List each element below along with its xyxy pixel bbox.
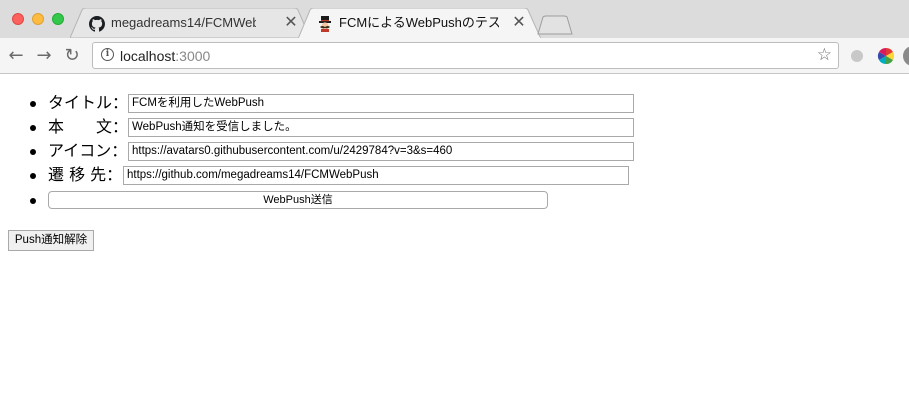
info-icon[interactable]: i bbox=[101, 48, 114, 61]
address-bar[interactable]: i localhost:3000 ☆ bbox=[92, 42, 839, 69]
tab-fcm-test[interactable]: FCMによるWebPushのテスト ✕ bbox=[298, 8, 543, 39]
url-label: 遷 移 先： bbox=[48, 165, 123, 184]
body-label: 本 文： bbox=[48, 117, 129, 136]
bullet bbox=[30, 125, 36, 131]
icon-url-input[interactable]: https://avatars0.githubusercontent.com/u… bbox=[128, 142, 634, 161]
tab-strip: megadreams14/FCMWebPush ✕ FCMによるWebPushの… bbox=[0, 0, 909, 39]
url-port: :3000 bbox=[175, 48, 211, 64]
title-label: タイトル： bbox=[48, 93, 129, 112]
bullet bbox=[30, 149, 36, 155]
browser-toolbar: ← → ↻ i localhost:3000 ☆ bbox=[0, 38, 909, 74]
tab-close-icon[interactable]: ✕ bbox=[283, 14, 299, 30]
profile-avatar[interactable] bbox=[903, 46, 909, 66]
icon-label: アイコン： bbox=[48, 141, 128, 160]
url-host: localhost bbox=[120, 48, 176, 64]
unsubscribe-button[interactable]: Push通知解除 bbox=[8, 230, 94, 251]
forward-icon[interactable]: → bbox=[34, 46, 54, 66]
bullet bbox=[30, 198, 36, 204]
reload-icon[interactable]: ↻ bbox=[62, 46, 82, 66]
github-icon bbox=[89, 16, 105, 32]
window-minimize-button[interactable] bbox=[32, 13, 44, 25]
bookmark-star-icon[interactable]: ☆ bbox=[817, 45, 832, 65]
tab-github[interactable]: megadreams14/FCMWebPush ✕ bbox=[70, 8, 310, 38]
title-input[interactable]: FCMを利用したWebPush bbox=[128, 94, 634, 113]
bullet bbox=[30, 173, 36, 179]
new-tab-button[interactable] bbox=[537, 15, 573, 35]
click-url-input[interactable]: https://github.com/megadreams14/FCMWebPu… bbox=[123, 166, 629, 185]
window-zoom-button[interactable] bbox=[52, 13, 64, 25]
color-wheel-extension-icon[interactable] bbox=[877, 47, 895, 65]
tab-title: megadreams14/FCMWebPush bbox=[111, 15, 256, 30]
extension-icon[interactable] bbox=[851, 50, 863, 62]
window-close-button[interactable] bbox=[12, 13, 24, 25]
address-url[interactable]: localhost:3000 bbox=[120, 47, 210, 65]
back-icon[interactable]: ← bbox=[6, 46, 26, 66]
body-input[interactable]: WebPush通知を受信しました。 bbox=[128, 118, 634, 137]
hat-mustache-icon bbox=[319, 16, 331, 32]
tab-title: FCMによるWebPushのテスト bbox=[339, 15, 499, 30]
page-content: タイトル： FCMを利用したWebPush 本 文： WebPush通知を受信し… bbox=[0, 74, 909, 407]
webpush-send-button[interactable]: WebPush送信 bbox=[48, 191, 548, 209]
tab-close-icon[interactable]: ✕ bbox=[511, 14, 527, 30]
bullet bbox=[30, 101, 36, 107]
